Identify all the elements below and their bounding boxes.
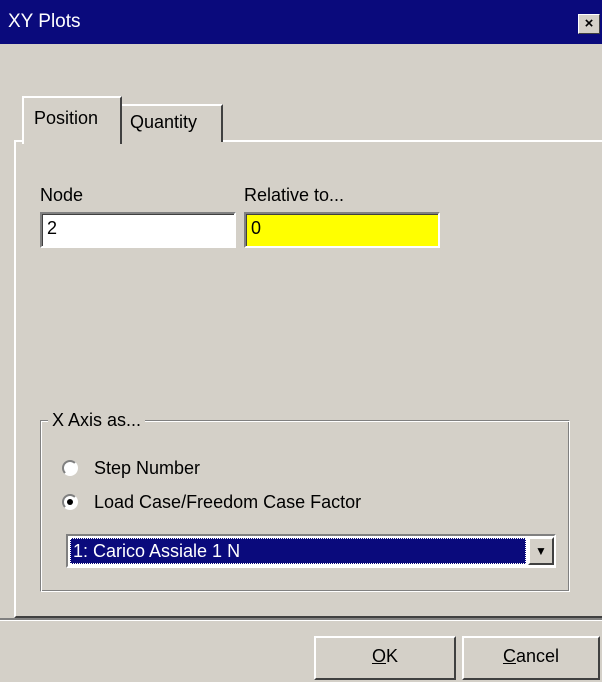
node-input-value: 2 [47, 218, 58, 238]
cancel-mnemonic: C [502, 646, 516, 666]
tab-quantity[interactable]: Quantity [120, 104, 223, 142]
x-axis-group-legend: X Axis as... [48, 409, 146, 431]
step-number-label[interactable]: Step Number [94, 457, 200, 479]
load-case-dropdown[interactable]: 1: Carico Assiale 1 N ▼ [66, 534, 556, 568]
node-label: Node [40, 185, 84, 205]
close-icon: × [584, 15, 594, 32]
tab-position[interactable]: Position [22, 96, 122, 144]
button-separator [0, 618, 602, 621]
chevron-down-icon: ▼ [535, 544, 547, 558]
relative-to-label: Relative to... [244, 185, 345, 205]
window-title: XY Plots [8, 11, 81, 32]
cancel-label-rest: ancel [515, 646, 560, 666]
relative-to-input-value: 0 [251, 218, 262, 238]
relative-to-input[interactable]: 0 [244, 212, 440, 248]
ok-mnemonic: O [371, 646, 386, 666]
dropdown-selected-value: 1: Carico Assiale 1 N [70, 538, 526, 564]
tab-position-label: Position [34, 108, 99, 128]
title-bar[interactable]: XY Plots × [0, 0, 602, 44]
ok-button[interactable]: OK [314, 636, 456, 680]
dropdown-arrow-button[interactable]: ▼ [528, 537, 554, 565]
step-number-radio[interactable] [62, 460, 78, 476]
xy-plots-dialog: XY Plots × Position Quantity Node 2 Rela… [0, 0, 602, 682]
cancel-button[interactable]: Cancel [462, 636, 600, 680]
ok-label-rest: K [386, 646, 399, 666]
close-button[interactable]: × [578, 14, 600, 34]
load-case-factor-radio[interactable] [62, 494, 78, 510]
tab-quantity-label: Quantity [130, 112, 198, 132]
radio-selected-dot [67, 499, 73, 505]
node-input[interactable]: 2 [40, 212, 236, 248]
load-case-factor-label[interactable]: Load Case/Freedom Case Factor [94, 491, 361, 513]
